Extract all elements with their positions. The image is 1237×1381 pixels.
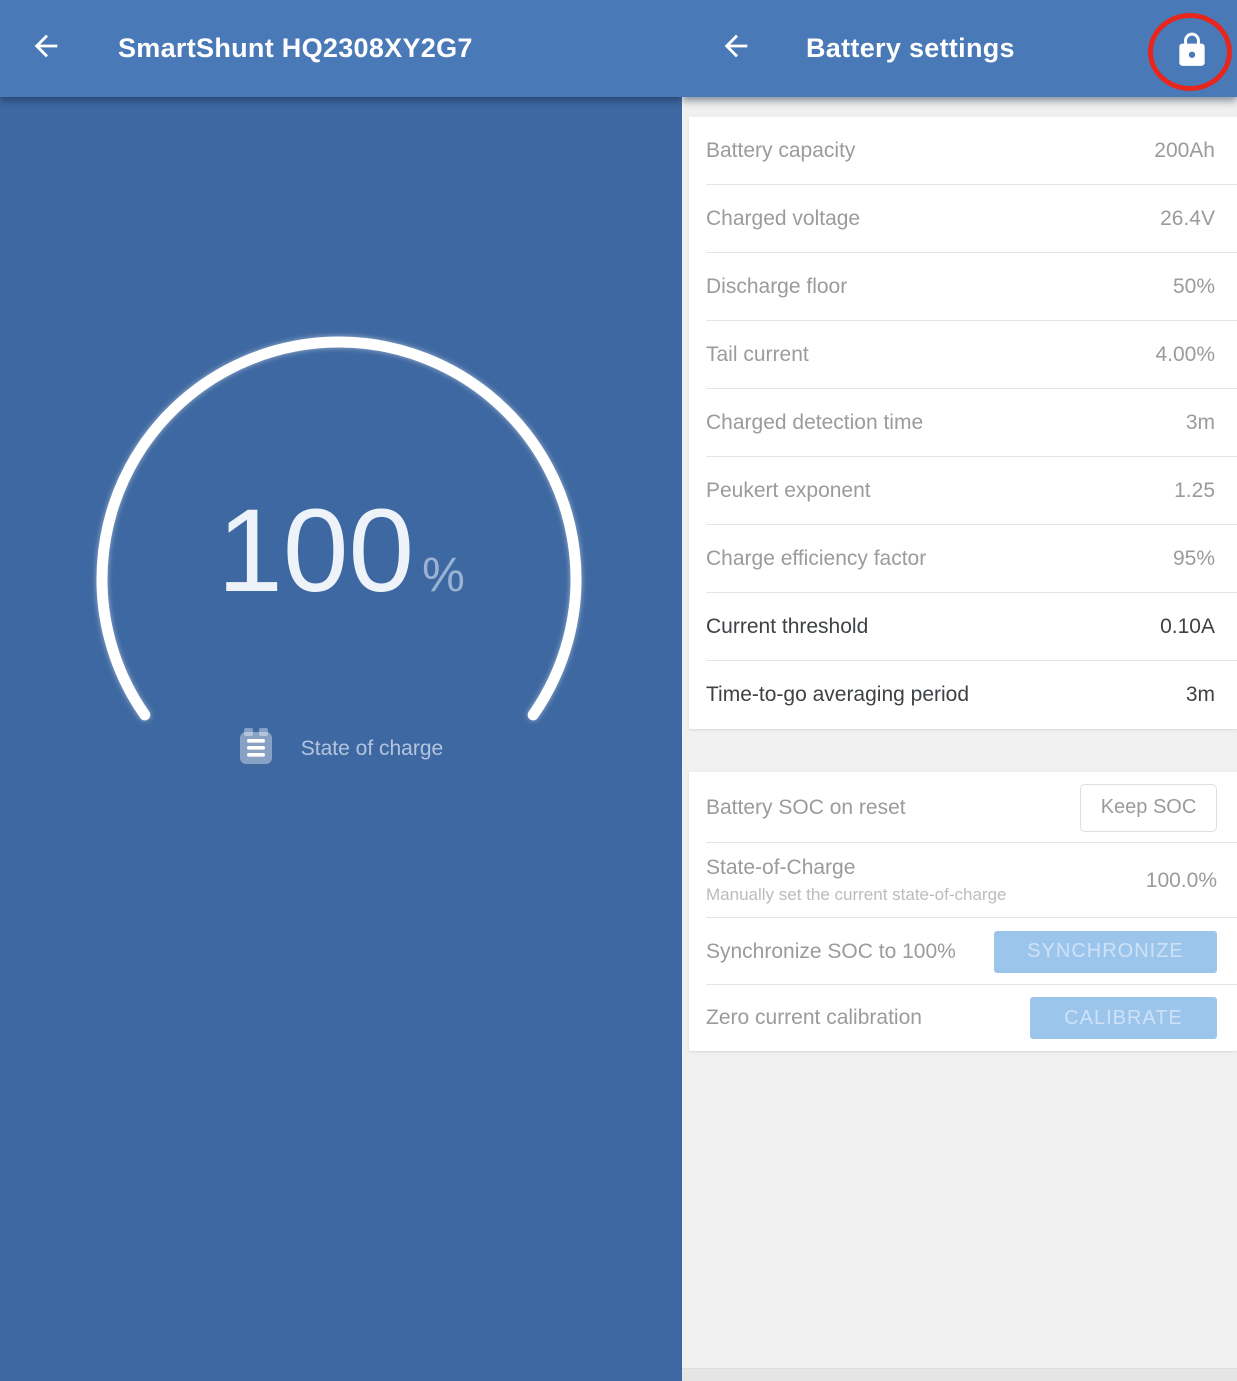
setting-row-peukert-exponent[interactable]: Peukert exponent 1.25 [689, 457, 1237, 525]
setting-value: 95% [1173, 547, 1215, 571]
arrow-left-icon [719, 29, 753, 68]
soc-value: 100 [217, 492, 414, 610]
setting-row-discharge-floor[interactable]: Discharge floor 50% [689, 253, 1237, 321]
setting-label: Charged voltage [706, 207, 860, 231]
setting-label: Peukert exponent [706, 479, 871, 503]
setting-label: Discharge floor [706, 275, 847, 299]
setting-value: 50% [1173, 275, 1215, 299]
setting-label: Current threshold [706, 615, 868, 639]
right-app-bar: Battery settings [682, 0, 1237, 97]
setting-row-time-to-go-averaging[interactable]: Time-to-go averaging period 3m [689, 661, 1237, 729]
battery-settings-card: Battery capacity 200Ah Charged voltage 2… [689, 117, 1237, 729]
setting-label: Battery capacity [706, 139, 855, 163]
setting-value: 0.10A [1160, 615, 1215, 639]
action-row-state-of-charge[interactable]: State-of-Charge Manually set the current… [689, 843, 1237, 918]
setting-label: Time-to-go averaging period [706, 683, 969, 707]
device-title: SmartShunt HQ2308XY2G7 [118, 33, 473, 64]
setting-label: Tail current [706, 343, 809, 367]
action-sublabel: Manually set the current state-of-charge [706, 885, 1006, 905]
setting-value: 1.25 [1174, 479, 1215, 503]
setting-row-current-threshold[interactable]: Current threshold 0.10A [689, 593, 1237, 661]
settings-back-button[interactable] [718, 31, 754, 67]
setting-row-battery-capacity[interactable]: Battery capacity 200Ah [689, 117, 1237, 185]
bottom-strip [682, 1368, 1237, 1381]
settings-lock-button[interactable] [1172, 30, 1212, 74]
setting-row-charge-efficiency-factor[interactable]: Charge efficiency factor 95% [689, 525, 1237, 593]
soc-gauge-value: 100 % [0, 492, 682, 610]
setting-value: 3m [1186, 411, 1215, 435]
soc-caption-label: State of charge [301, 737, 443, 761]
battery-icon [239, 727, 273, 770]
action-label: Zero current calibration [706, 1006, 922, 1030]
soc-actions-card: Battery SOC on reset Keep SOC State-of-C… [689, 772, 1237, 1051]
lock-icon [1173, 31, 1211, 74]
arrow-left-icon [29, 29, 63, 68]
setting-value: 200Ah [1154, 139, 1215, 163]
device-overview-panel: SmartShunt HQ2308XY2G7 100 % State of ch… [0, 0, 682, 1381]
setting-value: 3m [1186, 683, 1215, 707]
soc-gauge-caption: State of charge [0, 727, 682, 770]
back-button[interactable] [28, 31, 64, 67]
soc-unit: % [422, 548, 465, 603]
action-row-soc-on-reset: Battery SOC on reset Keep SOC [689, 772, 1237, 843]
battery-settings-panel: Battery settings Battery capacity 200Ah … [682, 0, 1237, 1381]
setting-label: Charged detection time [706, 411, 923, 435]
action-label: Battery SOC on reset [706, 796, 906, 820]
victron-connect-app: SmartShunt HQ2308XY2G7 100 % State of ch… [0, 0, 1237, 1381]
setting-row-tail-current[interactable]: Tail current 4.00% [689, 321, 1237, 389]
action-row-calibrate: Zero current calibration CALIBRATE [689, 985, 1237, 1051]
soc-gauge-arc [0, 0, 682, 1381]
left-app-bar: SmartShunt HQ2308XY2G7 [0, 0, 682, 97]
calibrate-button[interactable]: CALIBRATE [1030, 997, 1217, 1039]
setting-row-charged-detection-time[interactable]: Charged detection time 3m [689, 389, 1237, 457]
action-label-group: State-of-Charge Manually set the current… [706, 856, 1006, 905]
synchronize-button[interactable]: SYNCHRONIZE [994, 931, 1217, 973]
soc-manual-value: 100.0% [1146, 869, 1217, 893]
setting-row-charged-voltage[interactable]: Charged voltage 26.4V [689, 185, 1237, 253]
keep-soc-button[interactable]: Keep SOC [1080, 784, 1217, 832]
settings-title: Battery settings [806, 33, 1015, 64]
setting-value: 4.00% [1155, 343, 1215, 367]
action-label: State-of-Charge [706, 856, 1006, 880]
setting-value: 26.4V [1160, 207, 1215, 231]
setting-label: Charge efficiency factor [706, 547, 926, 571]
action-row-synchronize: Synchronize SOC to 100% SYNCHRONIZE [689, 918, 1237, 985]
action-label: Synchronize SOC to 100% [706, 940, 956, 964]
